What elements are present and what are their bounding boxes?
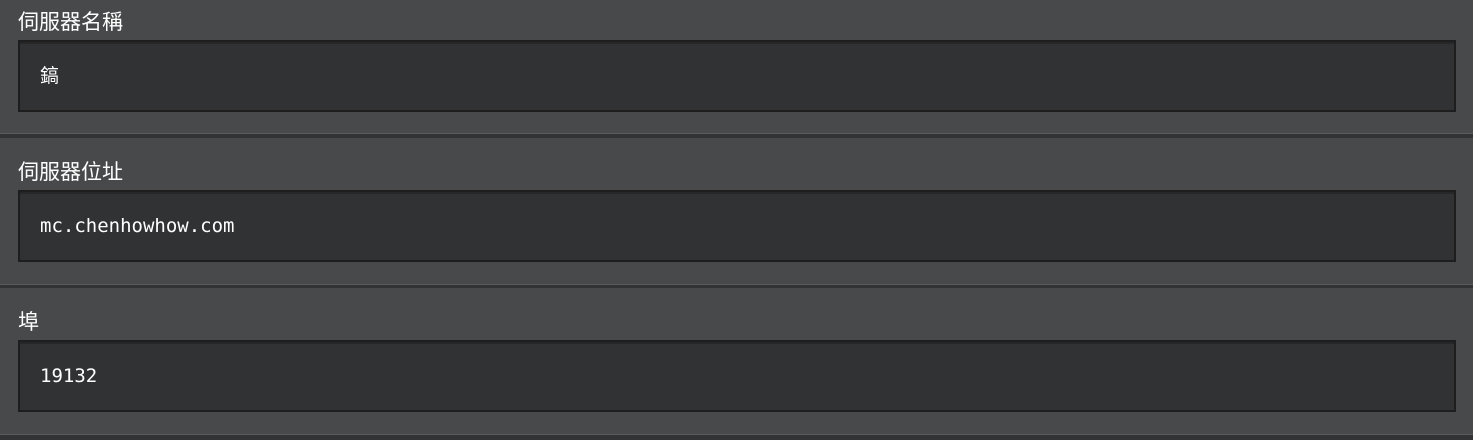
server-form: 伺服器名稱 鎬 伺服器位址 mc.chenhowhow.com 埠 19132 [0, 0, 1473, 440]
server-name-section: 伺服器名稱 鎬 [0, 0, 1473, 133]
server-address-label: 伺服器位址 [18, 160, 123, 184]
port-value: 19132 [40, 365, 98, 387]
server-address-section: 伺服器位址 mc.chenhowhow.com [0, 138, 1473, 284]
divider [0, 434, 1473, 440]
server-name-label: 伺服器名稱 [18, 10, 123, 34]
port-section: 埠 19132 [0, 288, 1473, 434]
server-name-value: 鎬 [40, 65, 60, 87]
port-label: 埠 [18, 310, 39, 334]
server-address-value: mc.chenhowhow.com [40, 215, 235, 237]
port-input[interactable]: 19132 [18, 340, 1456, 412]
server-name-input[interactable]: 鎬 [18, 40, 1456, 112]
server-address-input[interactable]: mc.chenhowhow.com [18, 190, 1456, 262]
